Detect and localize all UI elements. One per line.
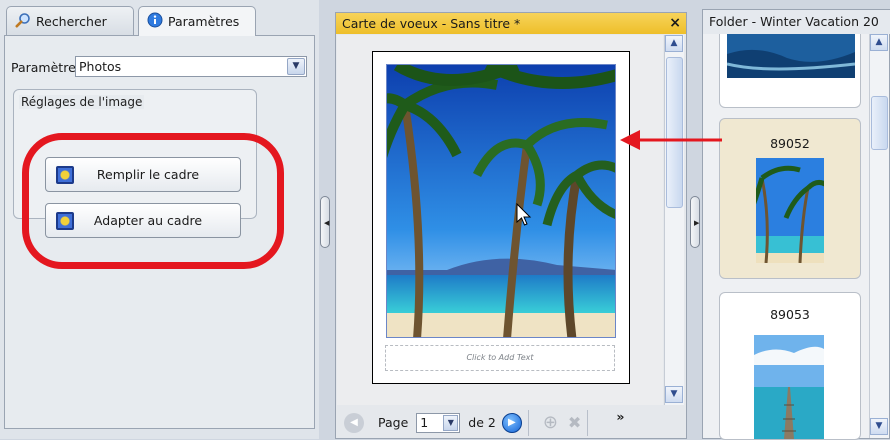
photo-thumbnail <box>756 158 824 263</box>
left-panel: Rechercher Paramètres Paramètres : Photo… <box>0 0 319 439</box>
scroll-down-icon[interactable]: ▼ <box>870 418 888 435</box>
triangle-right-icon: ▶ <box>694 219 700 227</box>
photo-item[interactable]: 89053 <box>719 292 861 440</box>
next-page-icon[interactable]: ▶ <box>501 412 522 433</box>
toolbar-divider <box>527 409 529 436</box>
tab-rechercher-label: Rechercher <box>36 14 107 29</box>
page-navigator: ◀ Page 1 ▼ de 2 ▶ ⊕ ✖ » <box>336 407 686 438</box>
params-select[interactable]: Photos ▼ <box>75 56 307 77</box>
card-photo[interactable] <box>386 64 616 338</box>
collapse-left-handle[interactable]: ◀ <box>320 196 330 248</box>
add-page-icon[interactable]: ⊕ <box>543 412 558 433</box>
tab-rechercher[interactable]: Rechercher <box>6 6 134 36</box>
fit-frame-icon <box>56 211 74 230</box>
editor-scrollbar[interactable]: ▲ ▼ <box>664 35 684 405</box>
tab-parametres-label: Paramètres <box>168 14 240 29</box>
scroll-up-icon[interactable]: ▲ <box>665 35 683 52</box>
page-number-select[interactable]: 1 ▼ <box>416 412 461 433</box>
delete-page-icon[interactable]: ✖ <box>568 413 581 432</box>
close-icon[interactable]: × <box>669 13 681 34</box>
editor-title: Carte de voeux - Sans titre * <box>342 16 521 31</box>
more-options-icon[interactable]: » <box>616 409 624 424</box>
folder-panel: Folder - Winter Vacation 20 89052 89053 … <box>702 9 890 440</box>
fill-frame-icon <box>56 165 74 184</box>
editor-title-bar: Carte de voeux - Sans titre * <box>336 13 686 34</box>
photo-item-selected[interactable]: 89052 <box>719 118 861 279</box>
photo-id-label: 89052 <box>770 136 810 151</box>
params-select-value: Photos <box>79 59 122 74</box>
chevron-down-icon[interactable]: ▼ <box>443 414 459 431</box>
scroll-thumb[interactable] <box>666 57 683 208</box>
mouse-cursor-icon <box>516 203 532 226</box>
photo-thumbnail <box>754 335 824 439</box>
photo-id-label: 89053 <box>770 307 810 322</box>
canvas-area: Click to Add Text <box>337 35 663 405</box>
triangle-left-icon: ◀ <box>324 219 330 227</box>
card-editor-panel: Carte de voeux - Sans titre * × Click to… <box>335 12 687 439</box>
scroll-down-icon[interactable]: ▼ <box>665 386 683 403</box>
scroll-up-icon[interactable]: ▲ <box>870 34 888 51</box>
fill-frame-label: Remplir le cadre <box>96 167 200 182</box>
info-icon <box>147 12 163 31</box>
page-count-label: de 2 <box>468 415 496 430</box>
settings-pane: Paramètres : Photos ▼ Réglages de l'imag… <box>4 35 315 429</box>
photo-thumbnail <box>727 34 855 78</box>
magnifier-icon <box>15 12 31 31</box>
group-title: Réglages de l'image <box>19 95 145 109</box>
photo-item[interactable] <box>719 34 861 108</box>
page-number-value: 1 <box>420 414 429 430</box>
fit-frame-button[interactable]: Adapter au cadre <box>45 203 241 238</box>
left-splitter[interactable]: ◀ <box>319 0 331 439</box>
folder-scrollbar[interactable]: ▲ ▼ <box>869 34 889 438</box>
collapse-right-handle[interactable]: ▶ <box>690 196 700 248</box>
add-text-placeholder[interactable]: Click to Add Text <box>385 345 615 371</box>
folder-title: Folder - Winter Vacation 20 <box>703 10 890 34</box>
scroll-thumb[interactable] <box>871 96 888 150</box>
chevron-down-icon[interactable]: ▼ <box>287 58 305 75</box>
fit-frame-label: Adapter au cadre <box>93 213 203 228</box>
card-page[interactable]: Click to Add Text <box>372 51 630 384</box>
previous-page-icon[interactable]: ◀ <box>344 412 364 433</box>
page-label: Page <box>378 415 409 430</box>
tab-parametres[interactable]: Paramètres <box>138 6 256 36</box>
fill-frame-button[interactable]: Remplir le cadre <box>45 157 241 192</box>
right-splitter[interactable]: ▶ <box>688 0 702 439</box>
toolbar-divider <box>587 409 589 436</box>
